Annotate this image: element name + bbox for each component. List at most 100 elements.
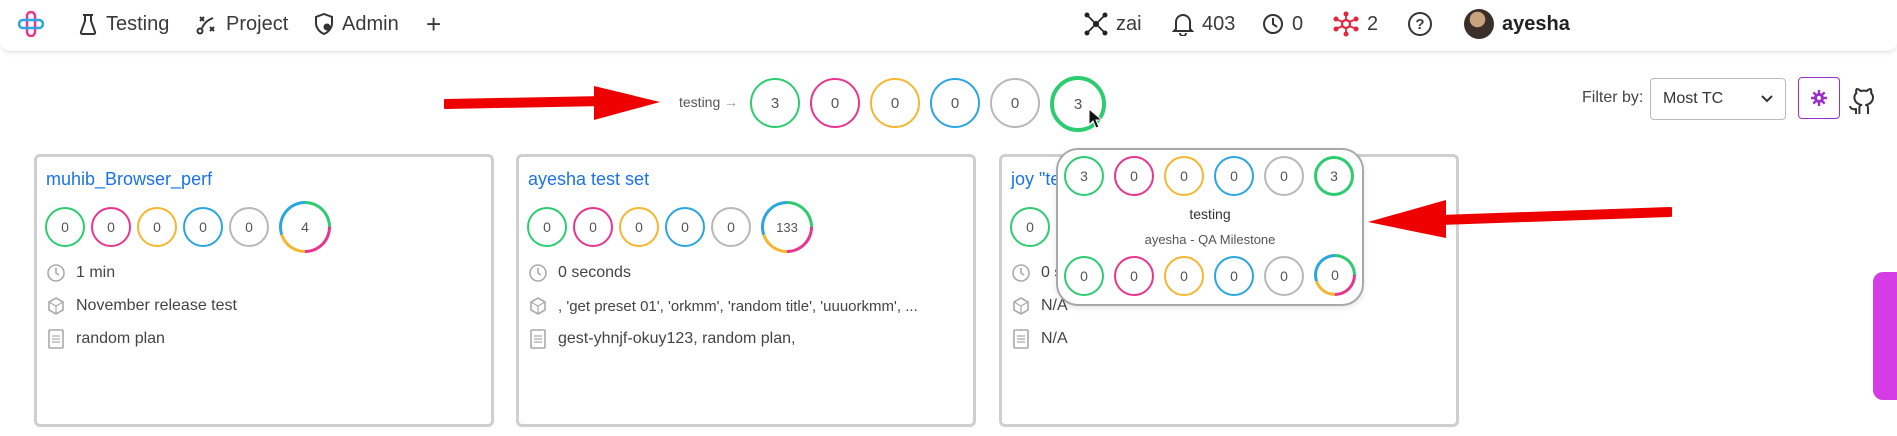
popup-milestone-name: ayesha - QA Milestone (1144, 232, 1276, 247)
popup-untested-count: 0 (1264, 156, 1304, 196)
workspace-switcher[interactable]: zai (1084, 0, 1142, 48)
card-blocked-count[interactable]: 0 (619, 207, 659, 247)
help-icon-glyph: ? (1415, 15, 1425, 33)
popup-bottom-blocked-count: 0 (1164, 256, 1204, 296)
testing-summary-popup: 3 0 0 0 0 3 testing ayesha - QA Mileston… (1056, 148, 1364, 306)
run-card-2[interactable]: ayesha test set 0 0 0 0 0 133 0 seconds … (516, 154, 976, 427)
gear-icon (1811, 90, 1827, 106)
milestone-icon (48, 297, 64, 315)
pending-count: 0 (1292, 12, 1304, 35)
user-menu[interactable]: ayesha (1464, 0, 1570, 48)
card-plan-row: random plan (46, 329, 165, 349)
card-passed-count[interactable]: 0 (45, 207, 85, 247)
card-title-link[interactable]: muhib_Browser_perf (46, 169, 212, 190)
popup-passed-count: 3 (1064, 156, 1104, 196)
nav-testing-label: Testing (106, 12, 170, 35)
filter-selected-value: Most TC (1663, 90, 1724, 107)
mouse-cursor-icon (1088, 108, 1104, 129)
app-logo[interactable] (18, 0, 44, 48)
clock-icon (1012, 264, 1030, 282)
card-untested-count[interactable]: 0 (229, 207, 269, 247)
help-button[interactable]: ? (1408, 0, 1432, 48)
hub-count: 2 (1367, 12, 1379, 35)
popup-bottom-total-ring: 0 (1314, 254, 1356, 296)
nav-admin[interactable]: Admin (314, 0, 399, 48)
card-duration-row: 1 min (46, 263, 115, 283)
annotation-arrow-left (444, 86, 660, 120)
filter-label: Filter by: (1582, 89, 1644, 106)
side-feedback-tab[interactable] (1873, 272, 1897, 400)
card-milestone-row: , 'get preset 01', 'orkmm', 'random titl… (528, 296, 918, 316)
card-plan-row: N/A (1011, 329, 1068, 349)
testing-row-label[interactable]: testing → (679, 94, 738, 110)
notifications-button[interactable]: 403 (1172, 0, 1235, 48)
popup-retest-count: 0 (1214, 156, 1254, 196)
card-duration-row: 0 s (1011, 263, 1062, 283)
card-milestone-row: N/A (1011, 296, 1068, 316)
shield-icon (315, 13, 333, 35)
card-duration-row: 0 seconds (528, 263, 631, 283)
card-title-link[interactable]: ayesha test set (528, 169, 649, 190)
bell-icon (1172, 14, 1194, 36)
card-untested-count[interactable]: 0 (711, 207, 751, 247)
filter-select[interactable]: Most TC (1650, 78, 1786, 120)
avatar (1464, 9, 1494, 39)
arrow-right-icon: → (724, 94, 739, 110)
top-navigation: Testing Project Admin + zai 403 0 2 ? ay… (0, 0, 1897, 52)
clock-icon (1263, 14, 1283, 34)
testing-row-name: testing (679, 94, 721, 110)
milestone-icon (1013, 297, 1029, 315)
card-duration: 0 seconds (558, 264, 631, 281)
chevron-down-icon (1761, 95, 1773, 103)
popup-run-name: testing (1189, 206, 1231, 222)
nav-testing[interactable]: Testing (78, 0, 169, 48)
card-milestone: November release test (76, 297, 237, 314)
card-title-link[interactable]: joy "te (1011, 169, 1060, 190)
hub-button[interactable]: 2 (1333, 0, 1378, 48)
header-failed-count[interactable]: 0 (810, 78, 860, 128)
card-failed-count[interactable]: 0 (91, 207, 131, 247)
github-icon[interactable] (1848, 82, 1876, 116)
card-milestone: , 'get preset 01', 'orkmm', 'random titl… (558, 297, 918, 315)
pending-button[interactable]: 0 (1262, 0, 1303, 48)
document-icon (530, 329, 546, 349)
run-card-1[interactable]: muhib_Browser_perf 0 0 0 0 0 4 1 min Nov… (34, 154, 494, 427)
hub-icon (1333, 11, 1359, 37)
card-blocked-count[interactable]: 0 (137, 207, 177, 247)
plus-icon: + (426, 8, 442, 39)
nav-project-label: Project (226, 12, 289, 35)
network-icon (1084, 12, 1108, 36)
popup-failed-count: 0 (1114, 156, 1154, 196)
add-button[interactable]: + (426, 0, 441, 48)
annotation-arrow-right (1368, 200, 1672, 238)
card-plan: gest-yhnjf-okuy123, random plan, (558, 330, 796, 347)
card-retest-count[interactable]: 0 (183, 207, 223, 247)
document-icon (48, 329, 64, 349)
header-passed-count[interactable]: 3 (750, 78, 800, 128)
card-plan: random plan (76, 330, 165, 347)
card-retest-count[interactable]: 0 (665, 207, 705, 247)
nav-project[interactable]: Project (196, 0, 288, 48)
header-retest-count[interactable]: 0 (930, 78, 980, 128)
card-failed-count[interactable]: 0 (573, 207, 613, 247)
nav-admin-label: Admin (342, 12, 399, 35)
header-blocked-count[interactable]: 0 (870, 78, 920, 128)
header-untested-count[interactable]: 0 (990, 78, 1040, 128)
project-icon (196, 16, 215, 35)
milestone-icon (530, 297, 546, 315)
card-total-ring[interactable]: 133 (761, 201, 813, 253)
card-passed-count[interactable]: 0 (527, 207, 567, 247)
settings-button[interactable] (1798, 77, 1840, 119)
clock-icon (47, 264, 65, 282)
logo-icon (18, 11, 44, 37)
help-icon: ? (1408, 12, 1432, 36)
card-passed-count[interactable]: 0 (1010, 207, 1050, 247)
document-icon (1013, 329, 1029, 349)
popup-bottom-untested-count: 0 (1264, 256, 1304, 296)
flask-icon (79, 14, 97, 35)
notifications-count: 403 (1202, 12, 1236, 35)
popup-bottom-failed-count: 0 (1114, 256, 1154, 296)
card-total-ring[interactable]: 4 (279, 201, 331, 253)
card-plan: N/A (1041, 330, 1068, 347)
clock-icon (529, 264, 547, 282)
